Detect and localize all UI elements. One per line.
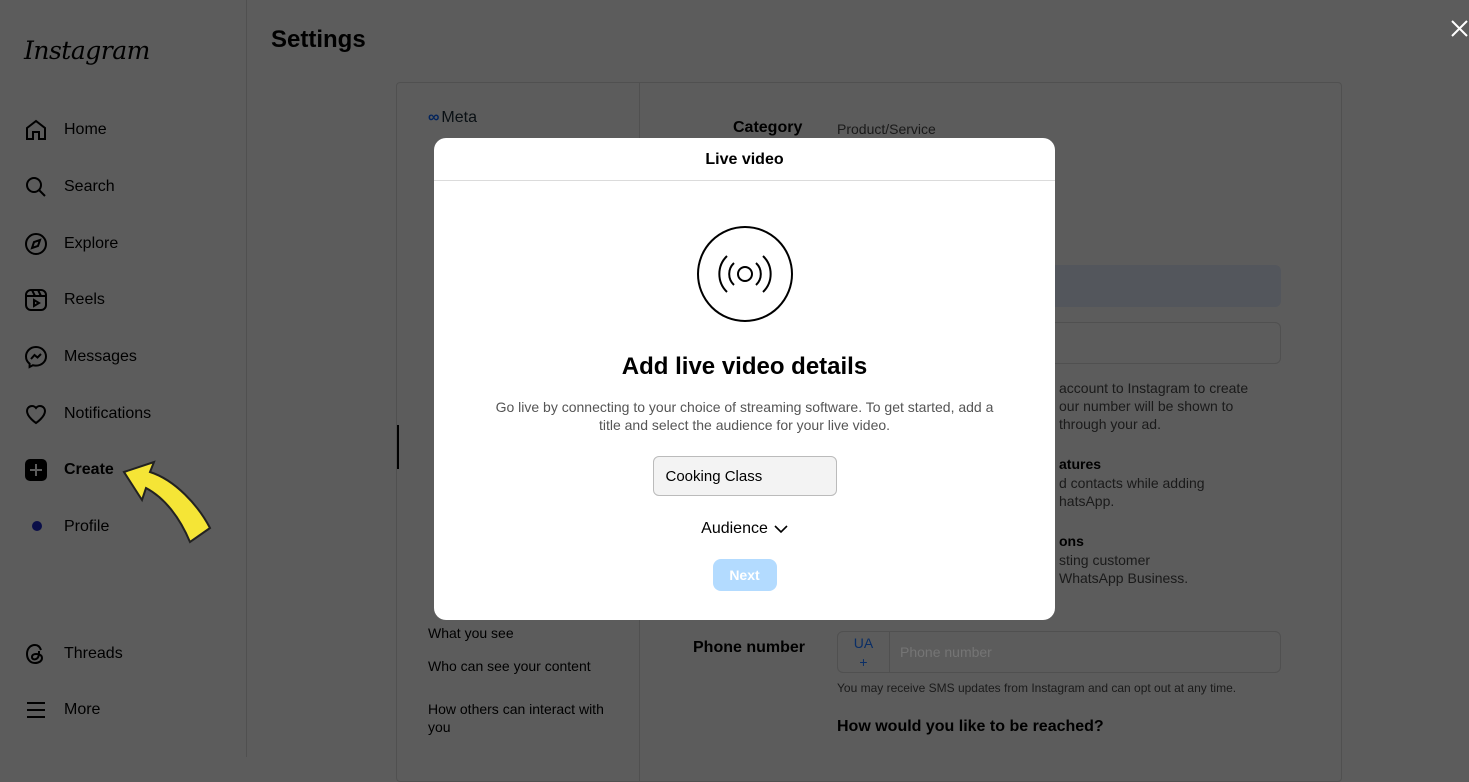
selected-indicator (397, 425, 399, 469)
meta-brand: ∞ Meta (428, 109, 477, 127)
category-label: Category (733, 119, 803, 136)
sidebar-item-label: Messages (64, 348, 137, 365)
sidebar: Instagram Home Search Explore Reels Mess… (0, 0, 247, 757)
annotation-arrow-icon (122, 460, 212, 544)
sms-note: You may receive SMS updates from Instagr… (837, 681, 1237, 695)
live-broadcast-icon (696, 226, 793, 322)
heart-icon (25, 405, 47, 425)
phone-input[interactable] (890, 632, 1280, 672)
audience-label: Audience (701, 520, 768, 537)
sidebar-item-reels[interactable]: Reels (24, 285, 105, 315)
chevron-down-icon (774, 524, 788, 533)
modal-heading: Add live video details (621, 353, 868, 380)
sidebar-item-explore[interactable]: Explore (24, 229, 118, 259)
meta-label: Meta (441, 109, 477, 126)
sidebar-item-profile[interactable]: Profile (24, 512, 109, 542)
page-title: Settings (271, 26, 366, 53)
section-heading: ons (1059, 533, 1084, 549)
phone-field: UA + (837, 631, 1281, 673)
info-text: account to Instagram to create our number… (1059, 380, 1249, 432)
sidebar-item-label: Threads (64, 645, 123, 662)
sidebar-item-notifications[interactable]: Notifications (24, 399, 151, 429)
country-code-button[interactable]: UA + (838, 632, 890, 672)
plus-square-icon (25, 459, 47, 481)
sidebar-item-create[interactable]: Create (24, 455, 114, 485)
category-value: Product/Service (837, 121, 936, 137)
settings-nav-item[interactable]: How others can interact with you (428, 700, 623, 736)
sidebar-item-label: Explore (64, 235, 119, 252)
sidebar-item-label: Profile (64, 518, 110, 535)
settings-nav-item[interactable]: What you see (428, 624, 623, 642)
phone-label: Phone number (693, 639, 806, 656)
sidebar-item-more[interactable]: More (24, 695, 100, 725)
close-icon[interactable] (1449, 18, 1469, 38)
home-icon (26, 119, 46, 140)
section-heading: atures (1059, 456, 1102, 472)
sidebar-item-label: Home (64, 121, 107, 138)
instagram-logo[interactable]: Instagram (24, 36, 150, 65)
threads-icon (25, 643, 44, 665)
sidebar-item-home[interactable]: Home (24, 115, 107, 145)
sidebar-item-label: Notifications (64, 405, 152, 422)
menu-icon (27, 702, 45, 718)
sidebar-item-label: More (64, 701, 101, 718)
messenger-icon (24, 345, 48, 369)
sidebar-item-label: Create (64, 461, 114, 478)
live-video-modal: Live video Add live video details Go liv… (434, 138, 1055, 620)
meta-logo-icon: ∞ (428, 109, 440, 126)
compass-icon (25, 233, 47, 255)
reach-heading: How would you like to be reached? (837, 718, 1104, 735)
sidebar-item-messages[interactable]: Messages (24, 342, 137, 372)
info-text: sting customer WhatsApp Business. (1059, 552, 1189, 586)
audience-dropdown[interactable]: Audience (701, 520, 788, 538)
reels-icon (25, 289, 47, 311)
settings-nav-item[interactable]: Who can see your content (428, 657, 623, 675)
sidebar-item-label: Search (64, 178, 115, 195)
sidebar-item-search[interactable]: Search (24, 172, 115, 202)
modal-title: Live video (434, 138, 1055, 181)
sidebar-item-label: Reels (64, 291, 105, 308)
next-button[interactable]: Next (712, 559, 777, 591)
modal-description: Go live by connecting to your choice of … (495, 399, 994, 433)
sidebar-item-threads[interactable]: Threads (24, 639, 123, 669)
info-text: d contacts while adding hatsApp. (1059, 475, 1205, 509)
live-title-input[interactable] (652, 456, 837, 496)
avatar-icon (32, 521, 42, 531)
search-icon (26, 177, 46, 197)
